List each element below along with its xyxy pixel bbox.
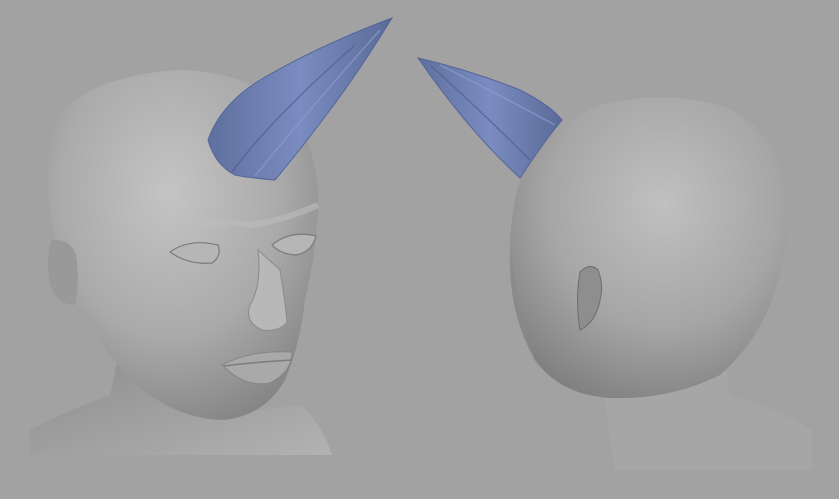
viewport-canvas[interactable] [0, 0, 839, 499]
head-mesh[interactable] [509, 97, 789, 399]
back-three-quarter-view[interactable] [416, 57, 812, 470]
3d-viewport[interactable] [0, 0, 839, 499]
front-three-quarter-view[interactable] [30, 17, 394, 455]
ear [47, 239, 78, 305]
